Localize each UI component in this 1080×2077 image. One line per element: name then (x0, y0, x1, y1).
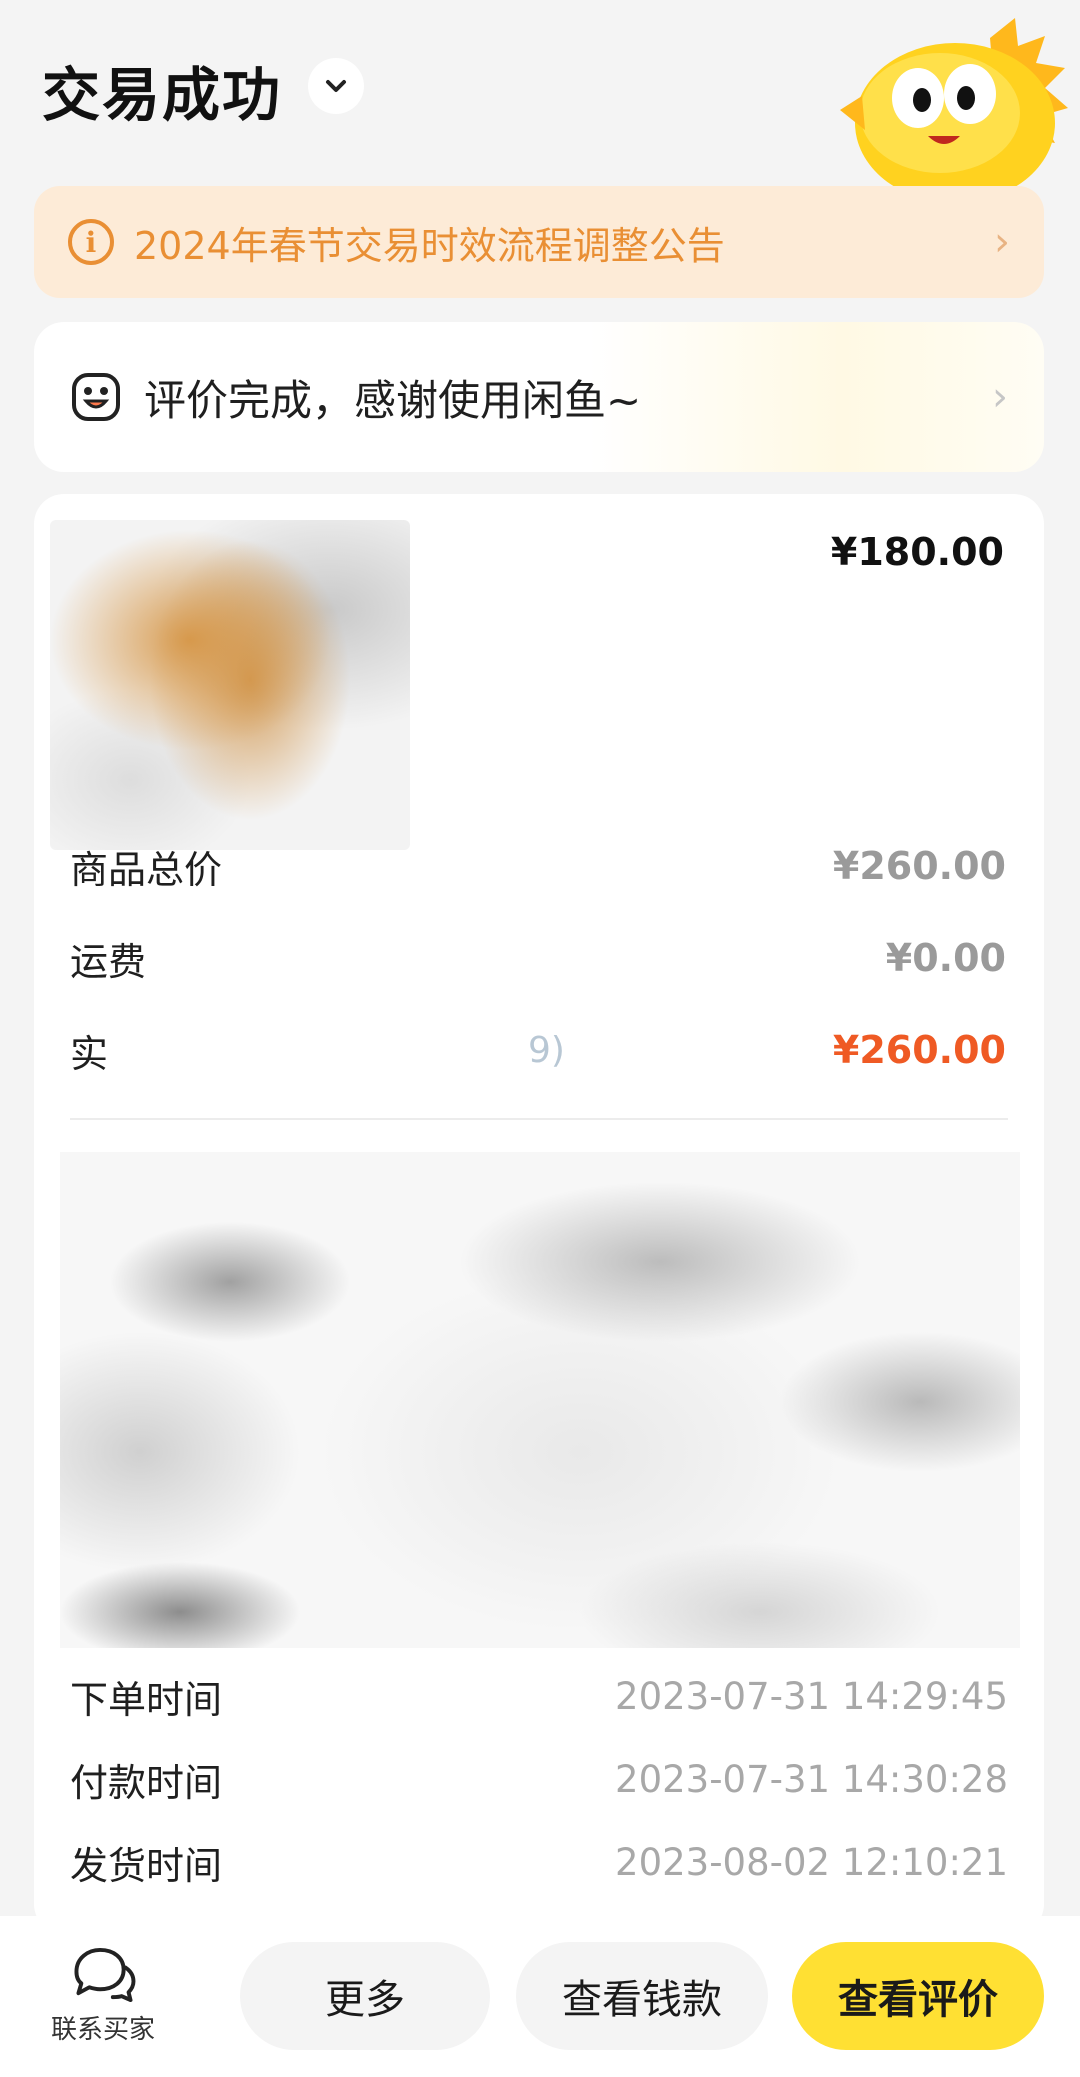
order-time-value: 2023-07-31 14:29:45 (615, 1674, 1008, 1718)
chevron-right-icon: › (994, 219, 1010, 265)
shipping-row: 运费 ¥0.00 (70, 928, 1006, 988)
total-price-label: 商品总价 (70, 847, 223, 892)
paid-label: 实 (70, 1031, 109, 1076)
chevron-down-icon[interactable] (308, 58, 364, 114)
page-title[interactable]: 交易成功 (42, 48, 282, 132)
total-price-row: 商品总价 ¥260.00 (70, 836, 1006, 896)
payment-time-label: 付款时间 (70, 1760, 223, 1805)
chevron-right-icon: › (992, 374, 1008, 420)
shipping-time-row: 发货时间 2023-08-02 12:10:21 (70, 1832, 1008, 1892)
payment-time-value: 2023-07-31 14:30:28 (615, 1757, 1008, 1801)
redacted-area (60, 1152, 1020, 1648)
contact-buyer-label: 联系买家 (50, 2015, 155, 2045)
paid-label-group: 实 9) (70, 1023, 565, 1078)
chat-bubbles-icon (74, 1947, 136, 2003)
announcement-banner[interactable]: i 2024年春节交易时效流程调整公告 › (34, 186, 1044, 298)
fish-mascot (840, 18, 1072, 203)
view-review-button[interactable]: 查看评价 (792, 1942, 1044, 2050)
shipping-time-value: 2023-08-02 12:10:21 (615, 1840, 1008, 1884)
shipping-label: 运费 (70, 939, 147, 984)
info-icon: i (68, 219, 114, 265)
divider (70, 1118, 1008, 1120)
order-time-label: 下单时间 (70, 1677, 223, 1722)
review-status-card[interactable]: 评价完成，感谢使用闲鱼~ › (34, 322, 1044, 472)
review-status-text: 评价完成，感谢使用闲鱼~ (144, 375, 642, 425)
order-time-row: 下单时间 2023-07-31 14:29:45 (70, 1666, 1008, 1726)
paid-row: 实 9) ¥260.00 (70, 1020, 1006, 1080)
contact-buyer-button[interactable]: 联系买家 (38, 1946, 168, 2046)
payment-time-row: 付款时间 2023-07-31 14:30:28 (70, 1749, 1008, 1809)
item-price: ¥180.00 (830, 530, 1004, 574)
view-money-button[interactable]: 查看钱款 (516, 1942, 768, 2050)
smile-face-icon (70, 371, 122, 423)
paid-value: ¥260.00 (832, 1028, 1006, 1072)
product-thumbnail[interactable] (50, 520, 410, 850)
bottom-action-bar: 联系买家 更多 查看钱款 查看评价 (0, 1916, 1080, 2077)
paid-note: 9) (528, 1029, 565, 1071)
order-card: ¥180.00 商品总价 ¥260.00 运费 ¥0.00 实 9) ¥260.… (34, 494, 1044, 1934)
shipping-value: ¥0.00 (885, 936, 1006, 980)
total-price-value: ¥260.00 (832, 844, 1006, 888)
shipping-time-label: 发货时间 (70, 1843, 223, 1888)
announcement-text: 2024年春节交易时效流程调整公告 (134, 223, 725, 268)
more-button[interactable]: 更多 (240, 1942, 490, 2050)
header: 交易成功 (0, 0, 1080, 203)
